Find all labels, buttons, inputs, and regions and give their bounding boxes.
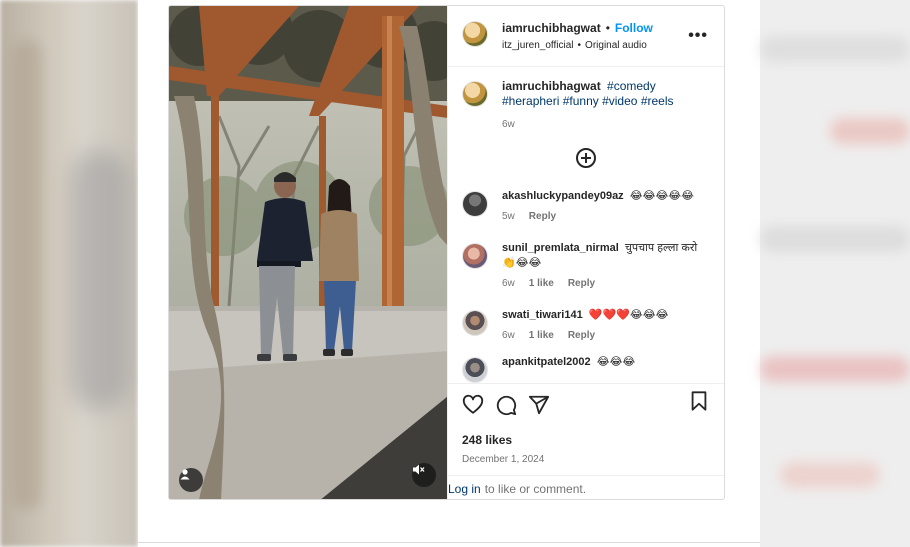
instagram-embed: iamruchibhagwat • Follow itz_juren_offic… xyxy=(168,5,725,500)
reply-button[interactable]: Reply xyxy=(568,328,595,343)
video-frame xyxy=(169,6,447,499)
comment-age: 6w xyxy=(502,330,515,341)
commenter-avatar[interactable] xyxy=(462,310,488,336)
audio-user[interactable]: itz_juren_official xyxy=(502,41,574,51)
blurred-background-right xyxy=(760,0,910,547)
bookmark-icon[interactable] xyxy=(688,390,710,412)
caption-username[interactable]: iamruchibhagwat xyxy=(502,79,601,93)
comment-like-count[interactable]: 1 like xyxy=(529,328,554,343)
like-count[interactable]: 248 likes xyxy=(448,425,724,447)
post-actions xyxy=(448,383,724,425)
blurred-background-left xyxy=(0,0,138,547)
separator-dot: • xyxy=(605,21,610,35)
comment-item: sunil_premlata_nirmal चुपचाप हल्ला करो 👏… xyxy=(462,241,710,291)
comment-username[interactable]: swati_tiwari141 xyxy=(502,309,583,321)
heart-icon[interactable] xyxy=(462,394,484,416)
muted-speaker-icon[interactable] xyxy=(412,463,436,487)
plus-circle-icon[interactable] xyxy=(576,148,596,168)
author-avatar[interactable] xyxy=(462,21,488,47)
hashtag-link[interactable]: #comedy xyxy=(607,79,656,93)
comment-username[interactable]: sunil_premlata_nirmal xyxy=(502,242,619,254)
login-prompt: Log in to like or comment. xyxy=(448,475,724,499)
hashtag-link[interactable]: #video xyxy=(602,94,637,108)
comments-list[interactable]: iamruchibhagwat #comedy #herapheri #funn… xyxy=(448,67,724,383)
comment-age: 5w xyxy=(502,211,515,222)
comment-username[interactable]: akashluckypandey09az xyxy=(502,190,624,202)
post-caption: iamruchibhagwat #comedy #herapheri #funn… xyxy=(462,67,710,132)
login-link[interactable]: Log in xyxy=(448,482,481,496)
audio-label[interactable]: Original audio xyxy=(585,41,647,51)
separator-dot: • xyxy=(577,40,582,51)
comment-text: ❤️❤️❤️😂😂😂 xyxy=(588,309,669,321)
commenter-avatar[interactable] xyxy=(462,357,488,383)
comment-text: 😂😂😂😂😂 xyxy=(629,190,695,202)
reply-button[interactable]: Reply xyxy=(568,276,595,291)
author-username[interactable]: iamruchibhagwat xyxy=(502,22,601,34)
post-sidebar: iamruchibhagwat • Follow itz_juren_offic… xyxy=(447,6,724,499)
comment-text: 😂😂😂 xyxy=(596,356,636,368)
share-icon[interactable] xyxy=(528,394,550,416)
more-options-icon[interactable]: ••• xyxy=(688,28,708,44)
login-text: to like or comment. xyxy=(484,481,587,496)
hashtag-link[interactable]: #reels xyxy=(641,94,674,108)
post-video[interactable] xyxy=(169,6,447,499)
comment-username[interactable]: apankitpatel2002 xyxy=(502,356,591,368)
hashtag-link[interactable]: #funny xyxy=(563,94,599,108)
comment-item: apankitpatel2002 😂😂😂 xyxy=(462,355,710,383)
hashtag-link[interactable]: #herapheri xyxy=(502,94,559,108)
reply-button[interactable]: Reply xyxy=(529,209,556,224)
follow-button[interactable]: Follow xyxy=(615,22,653,34)
post-date: December 1, 2024 xyxy=(462,454,545,465)
commenter-avatar[interactable] xyxy=(462,243,488,269)
author-avatar[interactable] xyxy=(462,81,488,107)
comment-item: swati_tiwari141 ❤️❤️❤️😂😂😂 6w 1 like Repl… xyxy=(462,308,710,343)
comment-like-count[interactable]: 1 like xyxy=(529,276,554,291)
post-header: iamruchibhagwat • Follow itz_juren_offic… xyxy=(448,6,724,67)
commenter-avatar[interactable] xyxy=(462,191,488,217)
comment-icon[interactable] xyxy=(495,394,517,416)
comment-age: 6w xyxy=(502,278,515,289)
caption-age: 6w xyxy=(502,119,515,130)
user-icon[interactable] xyxy=(179,468,203,492)
comment-item: akashluckypandey09az 😂😂😂😂😂 5w Reply xyxy=(462,189,710,224)
